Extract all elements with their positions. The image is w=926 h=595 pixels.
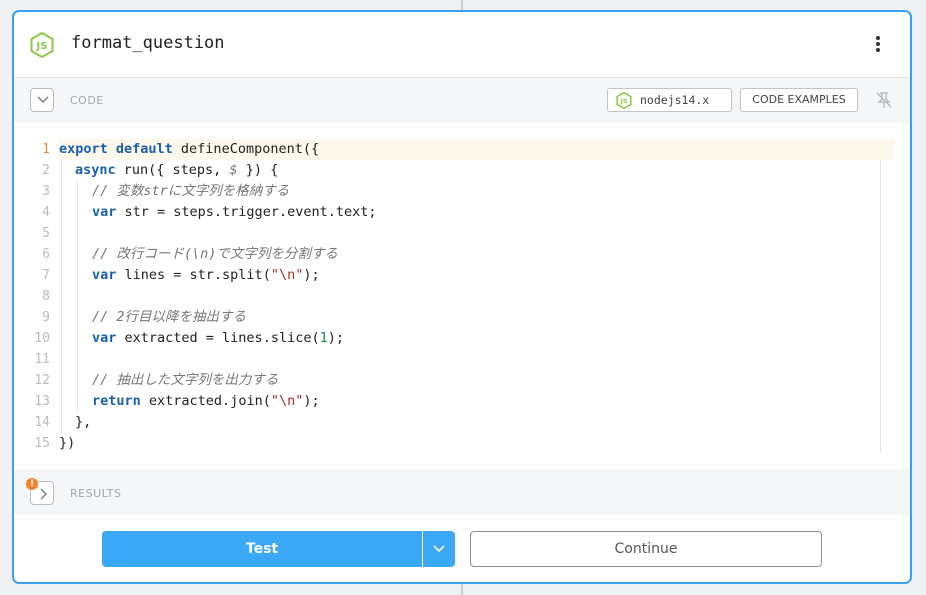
line-number: 13 xyxy=(34,394,50,409)
code-text: // 2行目以降を抽出する xyxy=(59,307,894,328)
code-token: str = steps.trigger.event.text; xyxy=(116,204,377,220)
code-line[interactable]: 3 // 変数strに文字列を格納する xyxy=(14,181,910,202)
line-number: 9 xyxy=(42,310,50,325)
code-token: ); xyxy=(303,267,320,283)
pin-off-icon[interactable] xyxy=(874,90,894,110)
runtime-label: nodejs14.x xyxy=(640,93,710,107)
line-number: 5 xyxy=(42,226,50,241)
code-token: }) { xyxy=(237,162,279,178)
results-section-bar: ! RESULTS xyxy=(14,470,910,514)
code-text: // 抽出した文字列を出力する xyxy=(59,370,894,391)
code-text: async run({ steps, $ }) { xyxy=(59,160,894,181)
code-text: // 変数strに文字列を格納する xyxy=(59,181,894,202)
code-text: return extracted.join("\n"); xyxy=(59,391,894,412)
code-editor[interactable]: 1 export default defineComponent({ 2 async … xyxy=(14,122,910,470)
code-text: // 改行コード(\n)で文字列を分割する xyxy=(59,244,894,265)
code-token: }, xyxy=(75,414,92,430)
line-number: 2 xyxy=(42,163,50,178)
code-token: var xyxy=(92,330,117,346)
code-line[interactable]: 7 var lines = str.split("\n"); xyxy=(14,265,910,286)
line-number: 10 xyxy=(34,331,50,346)
code-line[interactable]: 5 xyxy=(14,223,910,244)
code-token: return xyxy=(92,393,141,409)
code-token: lines = str.split( xyxy=(116,267,271,283)
code-token: // 抽出した文字列を出力する xyxy=(92,372,279,388)
code-token: ); xyxy=(303,393,320,409)
code-line[interactable]: 6 // 改行コード(\n)で文字列を分割する xyxy=(14,244,910,265)
code-token: // 変数strに文字列を格納する xyxy=(92,183,290,199)
code-token: 1 xyxy=(319,330,328,346)
chevron-down-icon xyxy=(433,545,445,553)
code-token: export default xyxy=(59,141,173,157)
line-number: 7 xyxy=(42,268,50,283)
code-token: var xyxy=(92,204,117,220)
line-number: 15 xyxy=(34,436,50,451)
code-line[interactable]: 12 // 抽出した文字列を出力する xyxy=(14,370,910,391)
nodejs-icon: JS xyxy=(616,92,632,109)
line-number: 4 xyxy=(42,205,50,220)
code-token: run({ steps, xyxy=(115,162,230,178)
code-line[interactable]: 11 xyxy=(14,349,910,370)
code-line[interactable]: 14}, xyxy=(14,412,910,433)
code-token: "\n" xyxy=(270,393,304,409)
step-title[interactable]: format_question xyxy=(71,33,225,53)
code-line[interactable]: 1 export default defineComponent({ xyxy=(14,139,910,160)
code-text: }, xyxy=(59,412,894,433)
step-footer: Test Continue xyxy=(14,514,910,582)
line-number: 3 xyxy=(42,184,50,199)
connector-line-bottom xyxy=(461,584,463,595)
code-token: // 改行コード(\n)で文字列を分割する xyxy=(92,246,338,262)
code-section-label: CODE xyxy=(70,94,104,107)
code-line[interactable]: 4 var str = steps.trigger.event.text; xyxy=(14,202,910,223)
code-line[interactable]: 13 return extracted.join("\n"); xyxy=(14,391,910,412)
line-number: 14 xyxy=(34,415,50,430)
svg-text:JS: JS xyxy=(619,97,627,105)
code-token: extracted = lines.slice( xyxy=(116,330,320,346)
kebab-menu-icon[interactable] xyxy=(870,32,886,56)
code-token: "\n" xyxy=(270,267,304,283)
code-text: var str = steps.trigger.event.text; xyxy=(59,202,894,223)
code-line[interactable]: 15}) xyxy=(14,433,910,454)
line-number: 8 xyxy=(42,289,50,304)
code-step-card: JS format_question CODE JS nodejs14.x CO… xyxy=(12,10,912,584)
test-button[interactable]: Test xyxy=(102,531,422,567)
code-text: var lines = str.split("\n"); xyxy=(59,265,894,286)
line-number: 6 xyxy=(42,247,50,262)
code-line[interactable]: 8 xyxy=(14,286,910,307)
chevron-down-icon xyxy=(37,96,49,104)
runtime-selector-button[interactable]: JS nodejs14.x xyxy=(607,88,732,112)
code-examples-button[interactable]: CODE EXAMPLES xyxy=(740,88,858,112)
indent-guide xyxy=(77,181,78,412)
code-line[interactable]: 10 var extracted = lines.slice(1); xyxy=(14,328,910,349)
line-number: 11 xyxy=(34,352,50,367)
code-token: async xyxy=(75,162,116,178)
code-text: var extracted = lines.slice(1); xyxy=(59,328,894,349)
code-text: export default defineComponent({ xyxy=(59,139,894,160)
code-token: var xyxy=(92,267,117,283)
code-token: // 2行目以降を抽出する xyxy=(92,309,247,325)
code-token: defineComponent({ xyxy=(172,141,320,157)
code-token: }) xyxy=(59,435,76,451)
svg-text:JS: JS xyxy=(36,41,48,52)
warning-badge-icon: ! xyxy=(26,478,38,490)
code-line[interactable]: 2 async run({ steps, $ }) { xyxy=(14,160,910,181)
continue-button[interactable]: Continue xyxy=(470,531,822,567)
chevron-right-icon xyxy=(40,488,48,500)
test-options-dropdown[interactable] xyxy=(423,531,455,567)
code-token: extracted.join( xyxy=(140,393,271,409)
code-token: $ xyxy=(229,162,238,178)
code-token: ); xyxy=(327,330,344,346)
line-number: 12 xyxy=(34,373,50,388)
code-section-bar: CODE JS nodejs14.x CODE EXAMPLES xyxy=(14,78,910,122)
code-collapse-toggle[interactable] xyxy=(30,88,54,112)
code-line[interactable]: 9 // 2行目以降を抽出する xyxy=(14,307,910,328)
indent-guide xyxy=(61,160,62,433)
results-section-label: RESULTS xyxy=(70,487,122,500)
line-number: 1 xyxy=(42,142,50,157)
code-text: }) xyxy=(59,433,894,454)
step-header: JS format_question xyxy=(14,12,910,78)
nodejs-icon: JS xyxy=(30,32,54,58)
